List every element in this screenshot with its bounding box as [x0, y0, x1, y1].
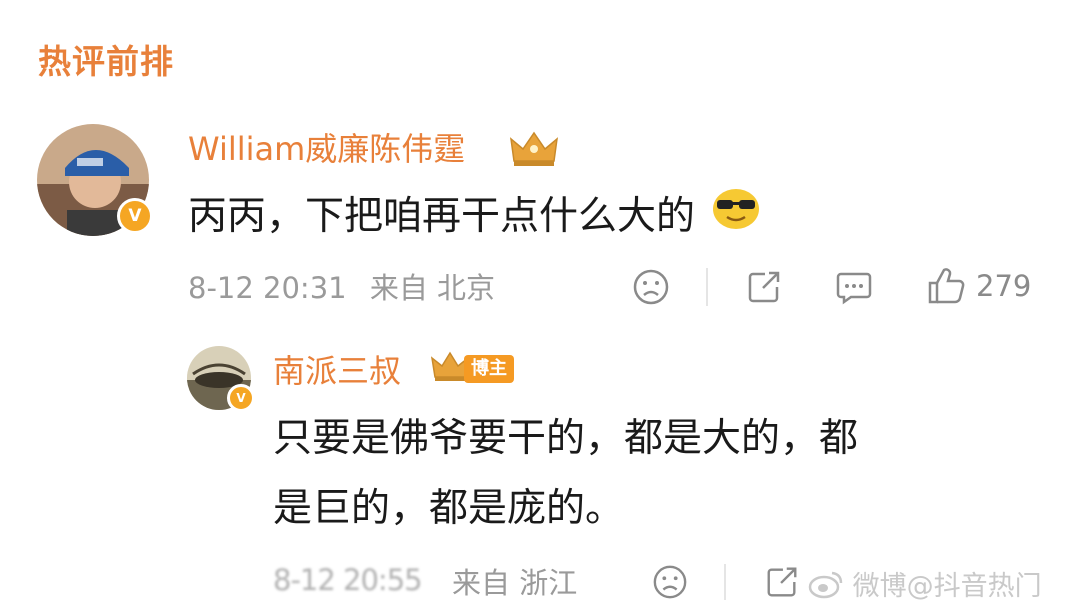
- reply-text-line1: 只要是佛爷要干的，都是大的，都: [273, 416, 859, 461]
- like-button[interactable]: 279: [926, 266, 1031, 306]
- action-divider: [706, 268, 708, 306]
- sad-face-icon: [633, 269, 669, 305]
- reply-dislike-button[interactable]: [652, 564, 688, 600]
- comment-text: 丙丙，下把咱再干点什么大的: [188, 182, 968, 254]
- reply-source: 来自 浙江: [452, 566, 578, 600]
- reply-time: 8-12 20:55: [273, 563, 423, 597]
- crown-icon: [508, 127, 560, 173]
- sunglasses-emoji-icon: [711, 184, 761, 254]
- comment-bubble-icon: [836, 272, 872, 305]
- user-avatar[interactable]: V: [37, 124, 153, 236]
- repost-button[interactable]: [745, 268, 783, 306]
- share-icon: [767, 567, 797, 597]
- verified-badge-icon: V: [117, 198, 153, 234]
- reply-repost-button[interactable]: [764, 564, 800, 600]
- reply-avatar[interactable]: V: [187, 346, 255, 412]
- reply-username[interactable]: 南派三叔: [273, 351, 401, 391]
- comment-meta: 8-12 20:31 来自 北京: [188, 268, 495, 308]
- like-count: 279: [976, 269, 1032, 303]
- dislike-button[interactable]: [632, 268, 670, 306]
- watermark-text: 微博@抖音热门: [852, 571, 1042, 602]
- watermark: 微博@抖音热门: [808, 564, 1042, 606]
- comment-button[interactable]: [835, 268, 873, 306]
- action-divider: [724, 564, 726, 600]
- section-title: 热评前排: [38, 42, 174, 81]
- thumbs-up-icon: [928, 268, 965, 304]
- reply-text-line2: 是巨的，都是庞的。: [273, 486, 625, 531]
- comment-body: 丙丙，下把咱再干点什么大的: [188, 194, 696, 239]
- weibo-logo-icon: [808, 569, 844, 606]
- comment-source: 来自 北京: [369, 271, 496, 305]
- comment-time: 8-12 20:31: [188, 271, 347, 305]
- owner-tag: 博主: [464, 355, 514, 383]
- verified-badge-icon: V: [227, 384, 255, 412]
- comment-username[interactable]: William威廉陈伟霆: [188, 129, 465, 169]
- sad-face-icon: [653, 565, 687, 599]
- reply-text: 只要是佛爷要干的，都是大的，都 是巨的，都是庞的。: [273, 404, 1063, 544]
- share-icon: [748, 271, 780, 303]
